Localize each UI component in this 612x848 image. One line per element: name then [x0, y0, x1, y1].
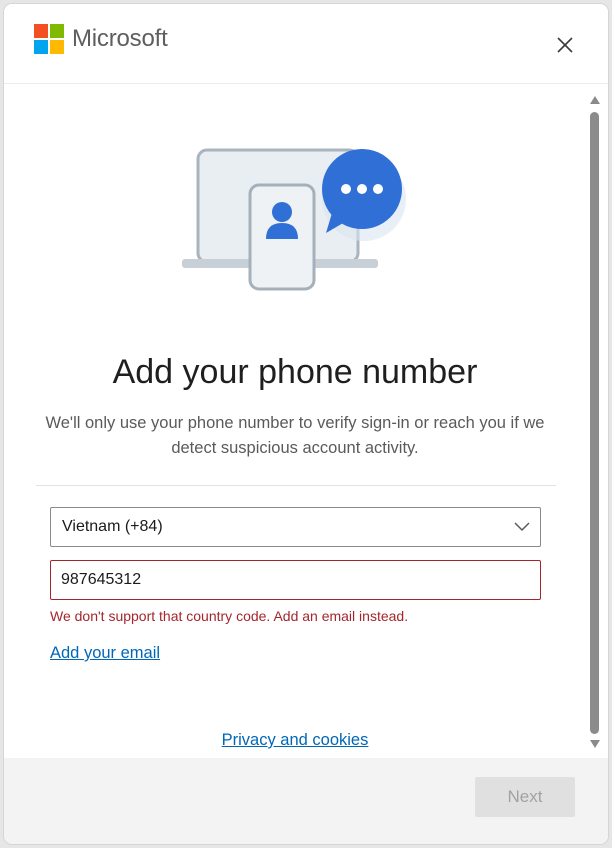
divider [36, 485, 556, 486]
next-button[interactable]: Next [475, 777, 575, 817]
dialog-footer: Next [4, 758, 608, 844]
phone-verification-illustration-icon [182, 148, 406, 291]
error-message: We don't support that country code. Add … [50, 608, 409, 624]
dialog-header: Microsoft [4, 4, 608, 84]
scroll-up-arrow-icon[interactable] [590, 96, 600, 104]
page-description: We'll only use your phone number to veri… [45, 414, 545, 457]
close-button[interactable] [552, 32, 578, 58]
country-code-select[interactable]: Vietnam (+84) [50, 507, 541, 547]
page-title: Add your phone number [112, 353, 478, 391]
microsoft-logo-icon [34, 24, 66, 56]
phone-number-input[interactable] [50, 560, 541, 600]
scroll-down-arrow-icon[interactable] [590, 740, 600, 748]
privacy-row: Privacy and cookies [4, 731, 586, 750]
scroll-thumb[interactable] [590, 112, 599, 734]
dialog-content: Add your phone number We'll only use you… [4, 85, 586, 759]
close-icon [557, 37, 573, 53]
privacy-cookies-link[interactable]: Privacy and cookies [222, 731, 369, 749]
chevron-down-icon [514, 522, 530, 532]
sign-in-dialog: Microsoft Add your phone number We'll on… [4, 4, 608, 844]
brand-name: Microsoft [72, 25, 168, 52]
add-email-link[interactable]: Add your email [50, 644, 160, 663]
vertical-scrollbar[interactable] [586, 90, 604, 754]
country-code-value: Vietnam (+84) [62, 518, 163, 535]
